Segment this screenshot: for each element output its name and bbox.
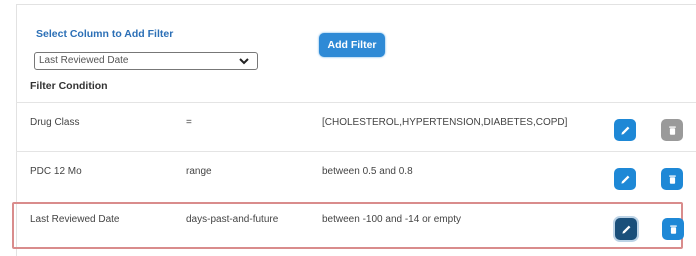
trash-icon — [669, 224, 677, 234]
filter-column-name: Last Reviewed Date — [30, 214, 120, 225]
chevron-down-icon — [239, 58, 249, 65]
column-select-dropdown[interactable]: Last Reviewed Date — [34, 52, 258, 70]
filter-operator: days-past-and-future — [186, 214, 279, 225]
filter-column-name: PDC 12 Mo — [30, 166, 82, 177]
selected-column-value: Last Reviewed Date — [39, 55, 129, 66]
filter-condition-heading: Filter Condition — [30, 80, 108, 92]
select-column-label: Select Column to Add Filter — [36, 28, 174, 40]
pencil-icon — [621, 225, 630, 234]
filter-row: PDC 12 Mo range between 0.5 and 0.8 — [16, 151, 696, 200]
delete-filter-button[interactable] — [661, 119, 683, 141]
filter-operator: range — [186, 166, 212, 177]
filter-value: between 0.5 and 0.8 — [322, 166, 413, 177]
add-filter-button[interactable]: Add Filter — [319, 33, 385, 57]
delete-filter-button[interactable] — [661, 168, 683, 190]
filter-column-name: Drug Class — [30, 117, 80, 128]
filter-value: [CHOLESTEROL,HYPERTENSION,DIABETES,COPD] — [322, 117, 568, 128]
edit-filter-button[interactable] — [614, 168, 636, 190]
edit-filter-button[interactable] — [615, 218, 637, 240]
pencil-icon — [620, 175, 629, 184]
edit-filter-button[interactable] — [614, 119, 636, 141]
filter-row-highlighted: Last Reviewed Date days-past-and-future … — [12, 202, 684, 249]
pencil-icon — [620, 126, 629, 135]
trash-icon — [668, 174, 676, 184]
filter-value: between -100 and -14 or empty — [322, 214, 461, 225]
filter-row: Drug Class = [CHOLESTEROL,HYPERTENSION,D… — [16, 102, 696, 151]
trash-icon — [668, 125, 676, 135]
filter-operator: = — [186, 117, 192, 128]
delete-filter-button[interactable] — [662, 218, 684, 240]
